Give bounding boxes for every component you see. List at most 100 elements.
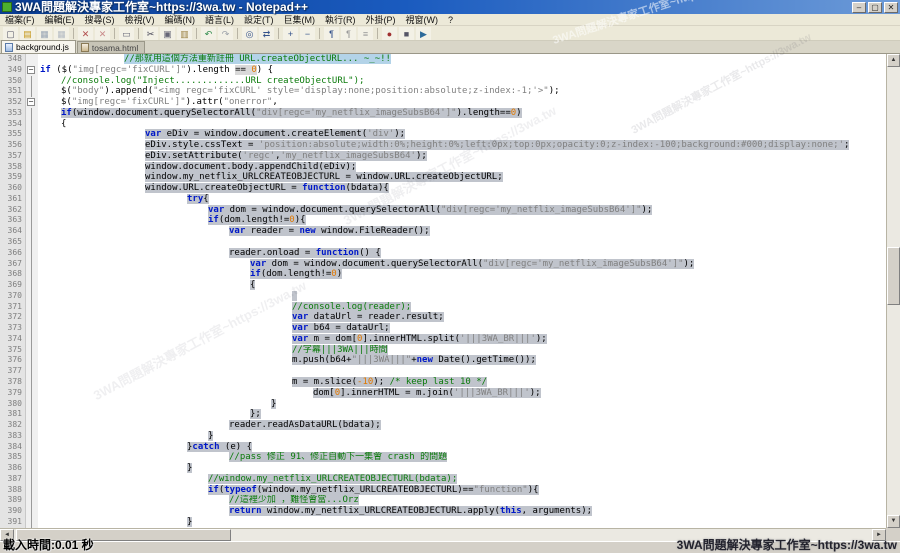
fold-margin[interactable] <box>26 237 38 248</box>
fold-margin[interactable] <box>26 312 38 323</box>
save-button[interactable]: ▦ <box>37 27 52 40</box>
undo-button[interactable]: ↶ <box>201 27 216 40</box>
menu-item[interactable]: 視窗(W) <box>401 14 444 26</box>
fold-margin[interactable] <box>26 334 38 345</box>
print-button[interactable]: ▭ <box>119 27 134 40</box>
redo-button[interactable]: ↷ <box>218 27 233 40</box>
fold-margin[interactable] <box>26 345 38 356</box>
vertical-scroll-track[interactable] <box>887 67 900 515</box>
line-number[interactable]: 373 <box>0 323 26 334</box>
fold-collapse-icon[interactable]: − <box>27 98 35 106</box>
fold-margin[interactable] <box>26 269 38 280</box>
open-folder-button[interactable]: ▤ <box>20 27 35 40</box>
line-number[interactable]: 357 <box>0 151 26 162</box>
line-number[interactable]: 386 <box>0 463 26 474</box>
play-macro-button[interactable]: ▶ <box>416 27 431 40</box>
line-number[interactable]: 354 <box>0 119 26 130</box>
stop-macro-button[interactable]: ■ <box>399 27 414 40</box>
close-button[interactable]: ✕ <box>884 2 898 13</box>
line-number[interactable]: 377 <box>0 366 26 377</box>
fold-margin[interactable] <box>26 162 38 173</box>
line-number[interactable]: 356 <box>0 140 26 151</box>
menu-item[interactable]: 編輯(E) <box>40 14 80 26</box>
line-number[interactable]: 387 <box>0 474 26 485</box>
fold-collapse-icon[interactable]: − <box>27 66 35 74</box>
save-all-button[interactable]: ▦ <box>54 27 69 40</box>
line-number[interactable]: 349 <box>0 65 26 76</box>
scroll-right-button[interactable]: ► <box>872 529 886 541</box>
scroll-left-button[interactable]: ◄ <box>0 529 14 541</box>
line-number[interactable]: 391 <box>0 517 26 528</box>
fold-margin[interactable] <box>26 323 38 334</box>
line-number[interactable]: 360 <box>0 183 26 194</box>
tab-tosama.html[interactable]: tosama.html <box>77 41 145 53</box>
line-number[interactable]: 370 <box>0 291 26 302</box>
vertical-scrollbar[interactable]: ▲ ▼ <box>886 54 900 528</box>
line-number[interactable]: 355 <box>0 129 26 140</box>
record-macro-button[interactable]: ● <box>382 27 397 40</box>
fold-margin[interactable] <box>26 119 38 130</box>
fold-margin[interactable] <box>26 291 38 302</box>
line-number[interactable]: 379 <box>0 388 26 399</box>
fold-margin[interactable] <box>26 151 38 162</box>
fold-margin[interactable] <box>26 140 38 151</box>
menu-item[interactable]: 執行(R) <box>320 14 361 26</box>
fold-margin[interactable] <box>26 366 38 377</box>
cut-button[interactable]: ✂ <box>143 27 158 40</box>
paste-button[interactable]: ▥ <box>177 27 192 40</box>
line-number[interactable]: 390 <box>0 506 26 517</box>
line-number[interactable]: 382 <box>0 420 26 431</box>
line-number[interactable]: 378 <box>0 377 26 388</box>
fold-margin[interactable] <box>26 86 38 97</box>
menu-item[interactable]: 檢視(V) <box>120 14 160 26</box>
fold-margin[interactable] <box>26 409 38 420</box>
fold-margin[interactable] <box>26 388 38 399</box>
menu-item[interactable]: 語言(L) <box>200 14 239 26</box>
line-number[interactable]: 385 <box>0 452 26 463</box>
horizontal-scroll-thumb[interactable] <box>16 529 231 541</box>
fold-margin[interactable] <box>26 248 38 259</box>
fold-margin[interactable] <box>26 172 38 183</box>
line-number[interactable]: 350 <box>0 76 26 87</box>
line-number[interactable]: 367 <box>0 259 26 270</box>
copy-button[interactable]: ▣ <box>160 27 175 40</box>
fold-margin[interactable]: − <box>26 65 38 76</box>
tab-background.js[interactable]: background.js <box>1 40 76 53</box>
line-number[interactable]: 388 <box>0 485 26 496</box>
fold-margin[interactable] <box>26 129 38 140</box>
fold-margin[interactable] <box>26 485 38 496</box>
fold-margin[interactable] <box>26 194 38 205</box>
line-number[interactable]: 371 <box>0 302 26 313</box>
fold-margin[interactable] <box>26 205 38 216</box>
maximize-button[interactable]: ▢ <box>868 2 882 13</box>
line-number[interactable]: 381 <box>0 409 26 420</box>
zoom-out-button[interactable]: − <box>300 27 315 40</box>
code-editor[interactable]: 348//那就用這個方法重新註冊 URL.createObjectURL... … <box>0 54 886 528</box>
fold-margin[interactable] <box>26 463 38 474</box>
fold-margin[interactable] <box>26 517 38 528</box>
fold-margin[interactable] <box>26 280 38 291</box>
line-number[interactable]: 389 <box>0 495 26 506</box>
menu-item[interactable]: 設定(T) <box>239 14 279 26</box>
menu-item[interactable]: ? <box>443 14 458 26</box>
menu-item[interactable]: 檔案(F) <box>0 14 40 26</box>
fold-margin[interactable] <box>26 215 38 226</box>
fold-margin[interactable] <box>26 302 38 313</box>
fold-margin[interactable] <box>26 259 38 270</box>
indent-guide-button[interactable]: ≡ <box>358 27 373 40</box>
word-wrap-button[interactable]: ¶ <box>324 27 339 40</box>
line-number[interactable]: 363 <box>0 215 26 226</box>
fold-margin[interactable] <box>26 474 38 485</box>
fold-margin[interactable] <box>26 226 38 237</box>
line-number[interactable]: 362 <box>0 205 26 216</box>
horizontal-scroll-track[interactable] <box>14 529 872 541</box>
vertical-scroll-thumb[interactable] <box>887 247 900 305</box>
line-number[interactable]: 348 <box>0 54 26 65</box>
line-number[interactable]: 352 <box>0 97 26 108</box>
zoom-in-button[interactable]: + <box>283 27 298 40</box>
line-number[interactable]: 375 <box>0 345 26 356</box>
line-number[interactable]: 365 <box>0 237 26 248</box>
close-all-button[interactable]: ✕ <box>95 27 110 40</box>
fold-margin[interactable] <box>26 399 38 410</box>
line-number[interactable]: 372 <box>0 312 26 323</box>
